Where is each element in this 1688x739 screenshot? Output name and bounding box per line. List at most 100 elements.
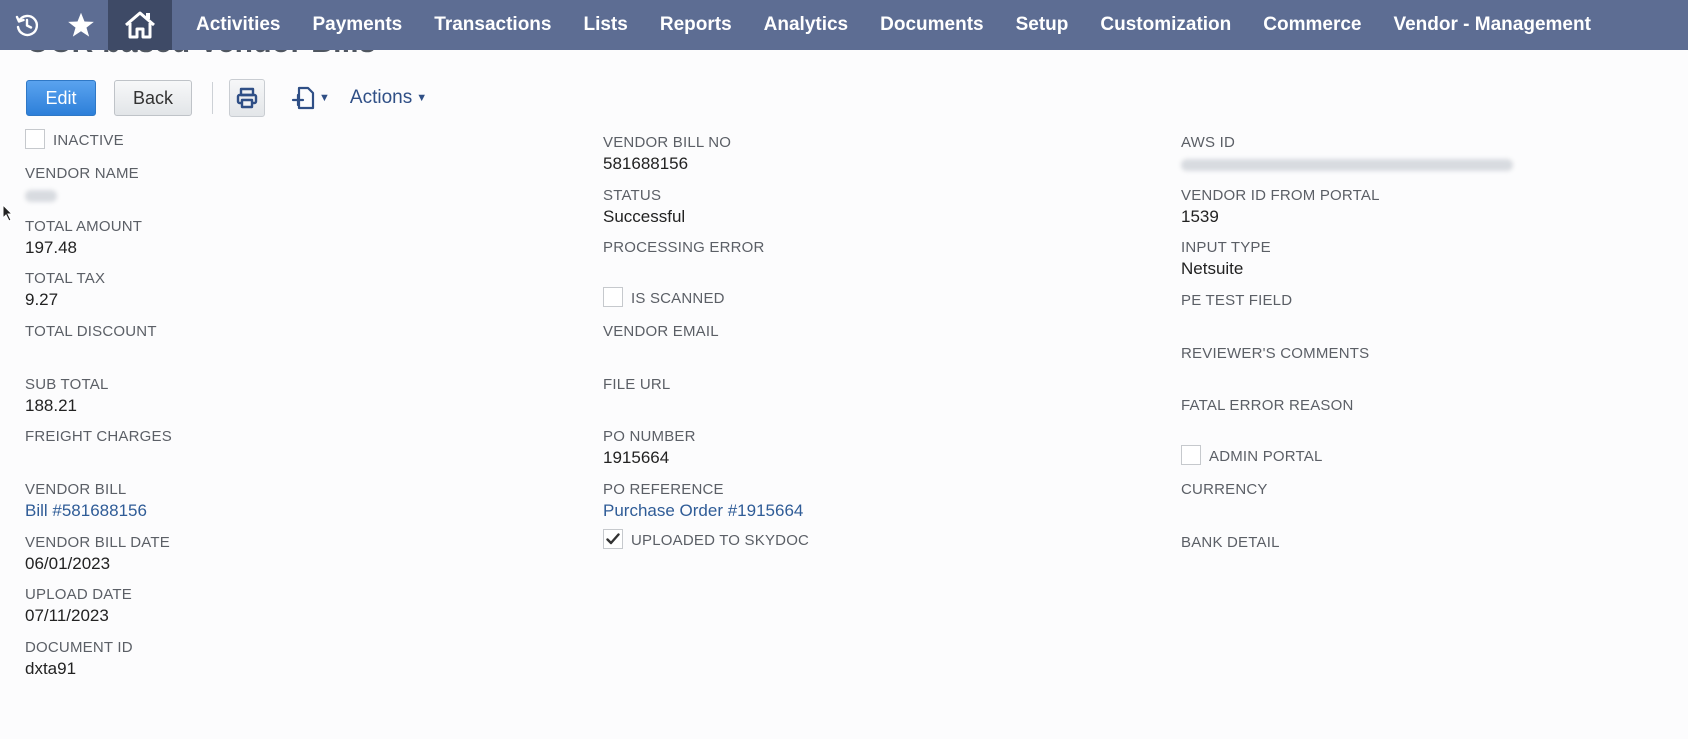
actions-label: Actions — [349, 87, 413, 108]
nav-analytics[interactable]: Analytics — [748, 0, 864, 50]
inactive-label: INACTIVE — [53, 132, 124, 149]
field-is-scanned: IS SCANNED — [603, 286, 725, 307]
vendor-id-portal-label: VENDOR ID FROM PORTAL — [1181, 187, 1380, 204]
total-tax-value: 9.27 — [25, 290, 59, 309]
is-scanned-checkbox[interactable] — [603, 286, 623, 307]
po-reference-label: PO REFERENCE — [603, 481, 724, 498]
admin-portal-label: ADMIN PORTAL — [1209, 448, 1323, 465]
field-po-reference: PO REFERENCE Purchase Order #1915664 — [603, 481, 803, 521]
field-vendor-name: VENDOR NAME — [25, 165, 139, 207]
vendor-bill-no-label: VENDOR BILL NO — [603, 134, 732, 151]
field-status: STATUS Successful — [603, 187, 685, 227]
recent-records-icon[interactable] — [0, 0, 54, 50]
vendor-id-portal-value: 1539 — [1181, 207, 1219, 226]
upload-date-value: 07/11/2023 — [25, 606, 109, 625]
sub-total-value: 188.21 — [25, 396, 77, 415]
new-document-menu[interactable]: ▼ — [291, 85, 330, 111]
field-upload-date: UPLOAD DATE 07/11/2023 — [25, 586, 132, 626]
processing-error-label: PROCESSING ERROR — [603, 239, 765, 256]
vendor-bill-date-value: 06/01/2023 — [25, 554, 111, 573]
input-type-label: INPUT TYPE — [1181, 239, 1271, 256]
aws-id-redacted — [1181, 159, 1513, 171]
field-total-amount: TOTAL AMOUNT 197.48 — [25, 218, 142, 258]
chevron-down-icon: ▼ — [416, 92, 428, 104]
total-tax-label: TOTAL TAX — [25, 270, 106, 287]
vendor-bill-link[interactable]: Bill #581688156 — [25, 501, 147, 521]
pe-test-label: PE TEST FIELD — [1181, 292, 1293, 309]
field-sub-total: SUB TOTAL 188.21 — [25, 376, 109, 416]
uploaded-to-skydoc-label: UPLOADED TO SKYDOC — [631, 532, 810, 549]
field-file-url: FILE URL — [603, 376, 670, 393]
nav-menu: Activities Payments Transactions Lists R… — [180, 0, 1607, 50]
star-icon[interactable] — [54, 0, 108, 50]
po-number-value: 1915664 — [603, 448, 670, 467]
field-vendor-bill-no: VENDOR BILL NO 581688156 — [603, 134, 731, 174]
file-url-label: FILE URL — [603, 376, 671, 393]
vendor-bill-label: VENDOR BILL — [25, 481, 127, 498]
field-vendor-id-portal: VENDOR ID FROM PORTAL 1539 — [1181, 187, 1380, 227]
nav-reports[interactable]: Reports — [644, 0, 748, 50]
nav-activities[interactable]: Activities — [180, 0, 296, 50]
field-currency: CURRENCY — [1181, 481, 1268, 498]
freight-charges-label: FREIGHT CHARGES — [25, 428, 172, 445]
field-vendor-bill-date: VENDOR BILL DATE 06/01/2023 — [25, 534, 170, 574]
field-fatal-error-reason: FATAL ERROR REASON — [1181, 397, 1354, 414]
aws-id-label: AWS ID — [1181, 134, 1235, 151]
field-total-tax: TOTAL TAX 9.27 — [25, 270, 105, 310]
bank-detail-label: BANK DETAIL — [1181, 534, 1280, 551]
document-id-label: DOCUMENT ID — [25, 639, 133, 656]
nav-transactions[interactable]: Transactions — [418, 0, 567, 50]
currency-label: CURRENCY — [1181, 481, 1268, 498]
vendor-bill-no-value: 581688156 — [603, 154, 689, 173]
record-toolbar: Edit Back ▼ Actions ▼ — [26, 79, 427, 117]
field-inactive: INACTIVE — [25, 128, 124, 149]
field-aws-id: AWS ID — [1181, 134, 1513, 176]
status-value: Successful — [603, 207, 686, 226]
vendor-bill-date-label: VENDOR BILL DATE — [25, 534, 170, 551]
vendor-name-redacted — [25, 190, 57, 202]
upload-date-label: UPLOAD DATE — [25, 586, 132, 603]
field-reviewers-comments: REVIEWER'S COMMENTS — [1181, 345, 1369, 362]
total-amount-value: 197.48 — [25, 238, 77, 257]
print-button[interactable] — [229, 79, 265, 117]
field-po-number: PO NUMBER 1915664 — [603, 428, 696, 468]
field-freight-charges: FREIGHT CHARGES — [25, 428, 172, 445]
admin-portal-checkbox[interactable] — [1181, 444, 1201, 465]
reviewers-comments-label: REVIEWER'S COMMENTS — [1181, 345, 1370, 362]
nav-payments[interactable]: Payments — [296, 0, 418, 50]
po-number-label: PO NUMBER — [603, 428, 696, 445]
field-pe-test: PE TEST FIELD — [1181, 292, 1292, 309]
field-vendor-bill: VENDOR BILL Bill #581688156 — [25, 481, 147, 521]
field-admin-portal: ADMIN PORTAL — [1181, 444, 1323, 465]
home-icon[interactable] — [108, 0, 172, 50]
new-document-icon — [291, 86, 315, 110]
nav-lists[interactable]: Lists — [567, 0, 643, 50]
input-type-value: Netsuite — [1181, 259, 1244, 278]
toolbar-divider — [212, 82, 213, 114]
actions-menu[interactable]: Actions ▼ — [350, 87, 427, 109]
uploaded-to-skydoc-checkbox[interactable] — [603, 528, 623, 549]
top-navigation: Activities Payments Transactions Lists R… — [0, 0, 1688, 50]
is-scanned-label: IS SCANNED — [631, 290, 725, 307]
field-bank-detail: BANK DETAIL — [1181, 534, 1280, 551]
field-vendor-email: VENDOR EMAIL — [603, 323, 719, 340]
vendor-email-label: VENDOR EMAIL — [603, 323, 719, 340]
nav-customization[interactable]: Customization — [1084, 0, 1247, 50]
chevron-down-icon: ▼ — [319, 92, 330, 104]
status-label: STATUS — [603, 187, 662, 204]
inactive-checkbox[interactable] — [25, 128, 45, 149]
total-amount-label: TOTAL AMOUNT — [25, 218, 143, 235]
nav-commerce[interactable]: Commerce — [1247, 0, 1377, 50]
back-button[interactable]: Back — [114, 80, 192, 116]
field-total-discount: TOTAL DISCOUNT — [25, 323, 157, 340]
po-reference-link[interactable]: Purchase Order #1915664 — [603, 501, 803, 521]
sub-total-label: SUB TOTAL — [25, 376, 109, 393]
nav-documents[interactable]: Documents — [864, 0, 999, 50]
checkmark-icon — [606, 532, 620, 544]
nav-setup[interactable]: Setup — [1000, 0, 1085, 50]
edit-button[interactable]: Edit — [26, 80, 96, 116]
field-input-type: INPUT TYPE Netsuite — [1181, 239, 1271, 279]
field-uploaded-to-skydoc: UPLOADED TO SKYDOC — [603, 528, 809, 549]
total-discount-label: TOTAL DISCOUNT — [25, 323, 157, 340]
nav-vendor-management[interactable]: Vendor - Management — [1377, 0, 1606, 50]
